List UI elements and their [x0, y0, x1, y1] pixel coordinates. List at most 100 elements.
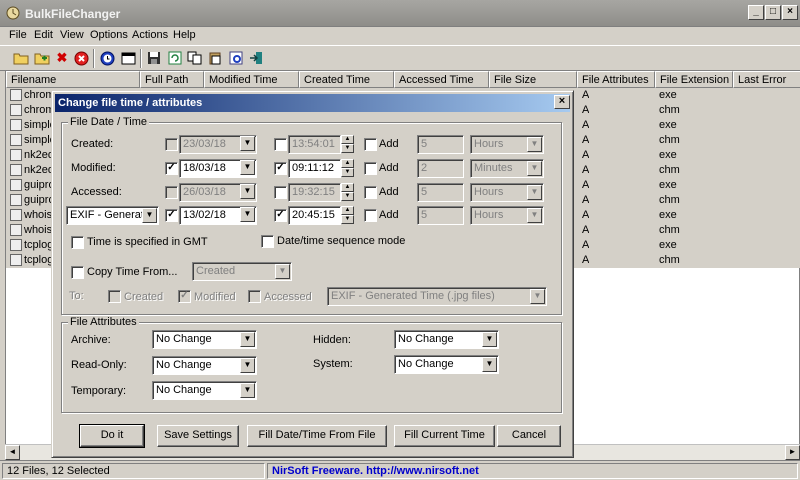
copy-icon[interactable]	[186, 49, 204, 67]
save-settings-button[interactable]: Save Settings	[157, 425, 239, 447]
created-add-checkbox[interactable]	[364, 138, 377, 151]
column-file-attributes[interactable]: File Attributes	[577, 71, 655, 88]
modified-add-amount[interactable]: 2	[417, 159, 464, 178]
menu-actions[interactable]: Actions	[132, 29, 168, 41]
to-accessed-checkbox[interactable]	[248, 290, 261, 303]
created-date-dropdown[interactable]: ▼	[240, 136, 255, 151]
created-add-label: Add	[379, 138, 399, 150]
created-time-field[interactable]: 13:54:01	[288, 135, 341, 154]
chevron-down-icon: ▼	[240, 383, 255, 398]
accessed-date-dropdown[interactable]: ▼	[240, 184, 255, 199]
exif-add-amount[interactable]: 5	[417, 206, 464, 225]
exif-target-select[interactable]: EXIF - Generated Time (.jpg files) ▼	[327, 287, 547, 306]
exif-date-checkbox[interactable]: ✓	[165, 209, 178, 222]
refresh-icon[interactable]	[166, 49, 184, 67]
open-icon[interactable]	[12, 49, 30, 67]
column-file-size[interactable]: File Size	[489, 71, 577, 88]
created-add-unit[interactable]: Hours ▼	[470, 135, 544, 154]
hidden-select[interactable]: No Change ▼	[394, 330, 499, 349]
column-file-extension[interactable]: File Extension	[655, 71, 733, 88]
exif-add-unit[interactable]: Hours ▼	[470, 206, 544, 225]
fill-from-file-button[interactable]: Fill Date/Time From File	[247, 425, 387, 447]
readonly-value: No Change	[156, 359, 212, 371]
delete-icon[interactable]: ✖	[53, 49, 71, 67]
cell-extension: exe	[659, 89, 677, 101]
fill-current-time-button[interactable]: Fill Current Time	[394, 425, 495, 447]
column-modified-time[interactable]: Modified Time	[204, 71, 299, 88]
file-icon	[10, 104, 22, 116]
status-credit-link[interactable]: NirSoft Freeware. http://www.nirsoft.net	[267, 463, 798, 479]
dialog-close-button[interactable]: ×	[554, 95, 570, 109]
accessed-time-field[interactable]: 19:32:15	[288, 183, 341, 202]
scroll-left-button[interactable]: ◄	[5, 445, 20, 460]
to-created-checkbox[interactable]	[108, 290, 121, 303]
cell-attributes: A	[582, 209, 590, 221]
window-icon[interactable]	[119, 49, 137, 67]
save-icon[interactable]	[145, 49, 163, 67]
exif-time-spinner[interactable]: ▲ ▼	[341, 206, 354, 225]
copy-time-checkbox[interactable]	[71, 266, 84, 279]
sequence-mode-checkbox[interactable]	[261, 235, 274, 248]
cell-attributes: A	[582, 164, 590, 176]
column-accessed-time[interactable]: Accessed Time	[394, 71, 489, 88]
modified-date-dropdown[interactable]: ▼	[240, 160, 255, 175]
menu-view[interactable]: View	[60, 29, 84, 41]
column-full-path[interactable]: Full Path	[140, 71, 204, 88]
modified-add-checkbox[interactable]	[364, 162, 377, 175]
copy-time-source-select[interactable]: Created ▼	[192, 262, 292, 281]
minimize-button[interactable]: _	[748, 5, 764, 20]
to-modified-label: Modified	[194, 291, 236, 303]
modified-time-checkbox[interactable]: ✓	[274, 162, 287, 175]
exif-time-field[interactable]: 20:45:15	[288, 206, 341, 225]
accessed-label: Accessed:	[71, 186, 122, 198]
column-filename[interactable]: Filename	[6, 71, 140, 88]
modified-add-unit[interactable]: Minutes ▼	[470, 159, 544, 178]
exif-time-checkbox[interactable]: ✓	[274, 209, 287, 222]
exit-icon[interactable]	[247, 49, 265, 67]
created-time-spinner[interactable]: ▲ ▼	[341, 135, 354, 154]
file-icon	[10, 194, 22, 206]
accessed-date-checkbox[interactable]	[165, 186, 178, 199]
copy-time-label: Copy Time From...	[87, 266, 178, 278]
modified-time-field[interactable]: 09:11:12	[288, 159, 341, 178]
column-created-time[interactable]: Created Time	[299, 71, 394, 88]
cancel-button[interactable]: Cancel	[497, 425, 561, 447]
archive-select[interactable]: No Change ▼	[152, 330, 257, 349]
accessed-time-spinner[interactable]: ▲ ▼	[341, 183, 354, 202]
maximize-button[interactable]: □	[765, 5, 781, 20]
readonly-select[interactable]: No Change ▼	[152, 356, 257, 375]
to-modified-checkbox[interactable]: ✓	[178, 290, 191, 303]
do-it-button[interactable]: Do it	[79, 424, 145, 448]
menu-help[interactable]: Help	[173, 29, 196, 41]
exif-add-checkbox[interactable]	[364, 209, 377, 222]
accessed-add-unit[interactable]: Hours ▼	[470, 183, 544, 202]
gmt-checkbox[interactable]	[71, 236, 84, 249]
close-button[interactable]: ×	[782, 5, 798, 20]
accessed-add-amount[interactable]: 5	[417, 183, 464, 202]
column-last-error[interactable]: Last Error	[733, 71, 800, 88]
folder-add-icon[interactable]	[33, 49, 51, 67]
exif-date-dropdown[interactable]: ▼	[240, 207, 255, 222]
exif-field-select[interactable]: EXIF - Generated ▼	[66, 206, 159, 225]
accessed-add-checkbox[interactable]	[364, 186, 377, 199]
menu-options[interactable]: Options	[90, 29, 128, 41]
system-select[interactable]: No Change ▼	[394, 355, 499, 374]
cell-extension: chm	[659, 194, 680, 206]
properties-icon[interactable]	[227, 49, 245, 67]
created-date-checkbox[interactable]	[165, 138, 178, 151]
file-icon	[10, 209, 22, 221]
menu-edit[interactable]: Edit	[34, 29, 53, 41]
created-label: Created:	[71, 138, 114, 150]
stop-icon[interactable]	[72, 49, 90, 67]
accessed-time-checkbox[interactable]	[274, 186, 287, 199]
cell-filename: guipro	[24, 194, 55, 206]
temporary-select[interactable]: No Change ▼	[152, 381, 257, 400]
created-time-checkbox[interactable]	[274, 138, 287, 151]
modified-time-spinner[interactable]: ▲ ▼	[341, 159, 354, 178]
menu-file[interactable]: File	[9, 29, 27, 41]
paste-icon[interactable]	[206, 49, 224, 67]
modified-date-checkbox[interactable]: ✓	[165, 162, 178, 175]
scroll-right-button[interactable]: ►	[785, 445, 800, 460]
clock-icon[interactable]	[98, 49, 116, 67]
created-add-amount[interactable]: 5	[417, 135, 464, 154]
